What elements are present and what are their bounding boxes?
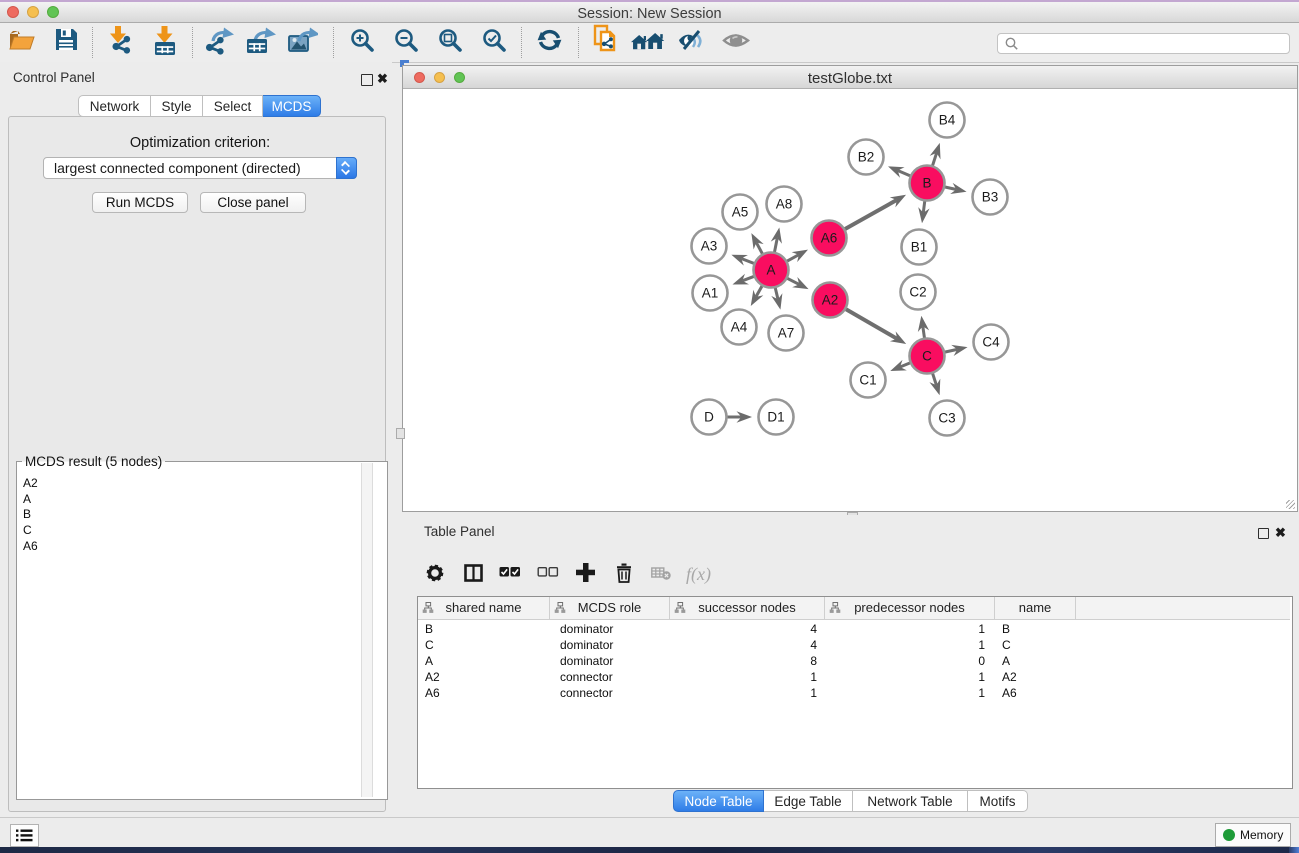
svg-text:C3: C3 — [938, 411, 955, 426]
svg-text:A3: A3 — [701, 239, 718, 254]
svg-text:B1: B1 — [911, 240, 928, 255]
svg-text:B: B — [922, 176, 931, 191]
svg-text:A7: A7 — [778, 326, 795, 341]
svg-text:A6: A6 — [821, 231, 838, 246]
svg-text:C2: C2 — [909, 285, 926, 300]
svg-text:A: A — [766, 263, 775, 278]
svg-text:B2: B2 — [858, 150, 875, 165]
svg-text:A1: A1 — [702, 286, 719, 301]
svg-text:A2: A2 — [822, 293, 839, 308]
svg-text:A5: A5 — [732, 205, 749, 220]
svg-text:B4: B4 — [939, 113, 956, 128]
svg-text:C4: C4 — [982, 335, 1000, 350]
svg-text:C1: C1 — [859, 373, 876, 388]
svg-text:A4: A4 — [731, 320, 748, 335]
svg-text:D1: D1 — [767, 410, 784, 425]
svg-text:A8: A8 — [776, 197, 793, 212]
svg-text:B3: B3 — [982, 190, 999, 205]
svg-text:C: C — [922, 349, 932, 364]
svg-text:D: D — [704, 410, 714, 425]
